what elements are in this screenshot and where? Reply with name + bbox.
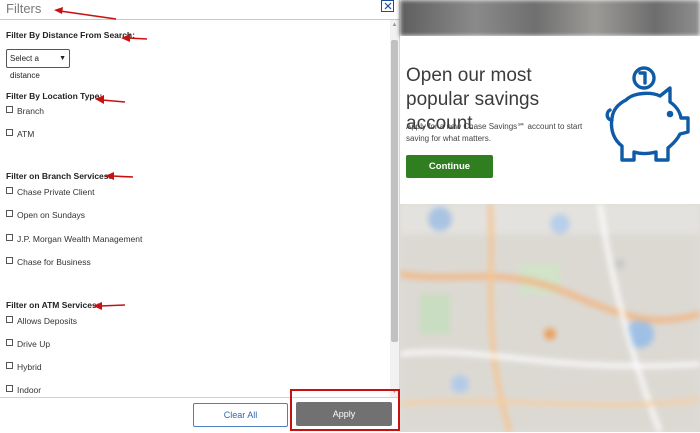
- annotation-arrow-icon: [93, 302, 126, 310]
- checkbox-icon[interactable]: [6, 106, 13, 113]
- distance-section-title: Filter By Distance From Search:: [6, 30, 135, 40]
- panel-title: Filters: [6, 1, 42, 16]
- piggy-bank-icon: [605, 66, 690, 162]
- atm-services-section-title: Filter on ATM Services:: [6, 300, 100, 310]
- checkbox-branch[interactable]: Branch: [6, 106, 44, 117]
- checkbox-icon[interactable]: [6, 316, 13, 323]
- checkbox-chase-private-client[interactable]: Chase Private Client: [6, 187, 94, 198]
- blurred-background-strip: [400, 0, 700, 36]
- filters-panel: Filters Filter By Distance From Search: …: [0, 0, 400, 433]
- location-type-section-title: Filter By Location Type:: [6, 91, 103, 101]
- distance-select[interactable]: Select a distance ▼: [6, 49, 70, 80]
- checkbox-open-on-sundays[interactable]: Open on Sundays: [6, 210, 85, 221]
- filters-scroll-area[interactable]: Filter By Distance From Search: Select a…: [0, 20, 400, 397]
- checkbox-drive-up[interactable]: Drive Up: [6, 339, 50, 350]
- chevron-down-icon: ▼: [59, 55, 66, 62]
- clear-all-button[interactable]: Clear All: [193, 403, 288, 427]
- checkbox-label: ATM: [17, 129, 35, 139]
- checkbox-label: Allows Deposits: [17, 316, 77, 326]
- annotation-arrow-icon: [54, 7, 117, 20]
- checkbox-atm[interactable]: ATM: [6, 129, 34, 140]
- annotation-arrow-icon: [95, 95, 126, 104]
- checkbox-label: Chase Private Client: [17, 187, 95, 197]
- checkbox-icon[interactable]: [6, 362, 13, 369]
- savings-promo-card: Open our most popular savings account Ap…: [400, 36, 700, 204]
- checkbox-label: Branch: [17, 106, 44, 116]
- checkbox-label: Indoor: [17, 385, 42, 395]
- checkbox-label: Open on Sundays: [17, 210, 86, 220]
- checkbox-icon[interactable]: [6, 210, 13, 217]
- promo-body-text: Apply for a new Chase Savings℠ account t…: [406, 122, 583, 143]
- close-button[interactable]: [381, 0, 394, 12]
- checkbox-icon[interactable]: [6, 129, 13, 136]
- checkbox-jp-morgan-wealth[interactable]: J.P. Morgan Wealth Management: [6, 234, 142, 245]
- annotation-arrow-icon: [105, 172, 134, 180]
- scrollbar[interactable]: ▲ ▼: [390, 20, 399, 397]
- distance-select-value: Select a distance: [10, 54, 40, 80]
- checkbox-label: Chase for Business: [17, 257, 91, 267]
- checkbox-indoor[interactable]: Indoor: [6, 385, 41, 396]
- checkbox-icon[interactable]: [6, 234, 13, 241]
- annotation-arrow-icon: [121, 34, 148, 42]
- checkbox-label: Drive Up: [17, 339, 51, 349]
- checkbox-hybrid[interactable]: Hybrid: [6, 362, 42, 373]
- checkbox-chase-for-business[interactable]: Chase for Business: [6, 257, 91, 268]
- checkbox-label: Hybrid: [17, 362, 42, 372]
- map-view[interactable]: [400, 204, 700, 432]
- blurred-map-icon: [400, 204, 700, 432]
- scroll-up-icon[interactable]: ▲: [390, 21, 399, 29]
- branch-services-section-title: Filter on Branch Services:: [6, 171, 112, 181]
- close-icon: [384, 2, 392, 10]
- checkbox-icon[interactable]: [6, 385, 13, 392]
- scrollbar-thumb[interactable]: [391, 40, 398, 342]
- checkbox-label: J.P. Morgan Wealth Management: [17, 234, 143, 244]
- continue-button[interactable]: Continue: [406, 155, 493, 178]
- checkbox-icon[interactable]: [6, 339, 13, 346]
- apply-highlight-box: [290, 389, 400, 431]
- checkbox-icon[interactable]: [6, 187, 13, 194]
- checkbox-icon[interactable]: [6, 257, 13, 264]
- checkbox-allows-deposits[interactable]: Allows Deposits: [6, 316, 77, 327]
